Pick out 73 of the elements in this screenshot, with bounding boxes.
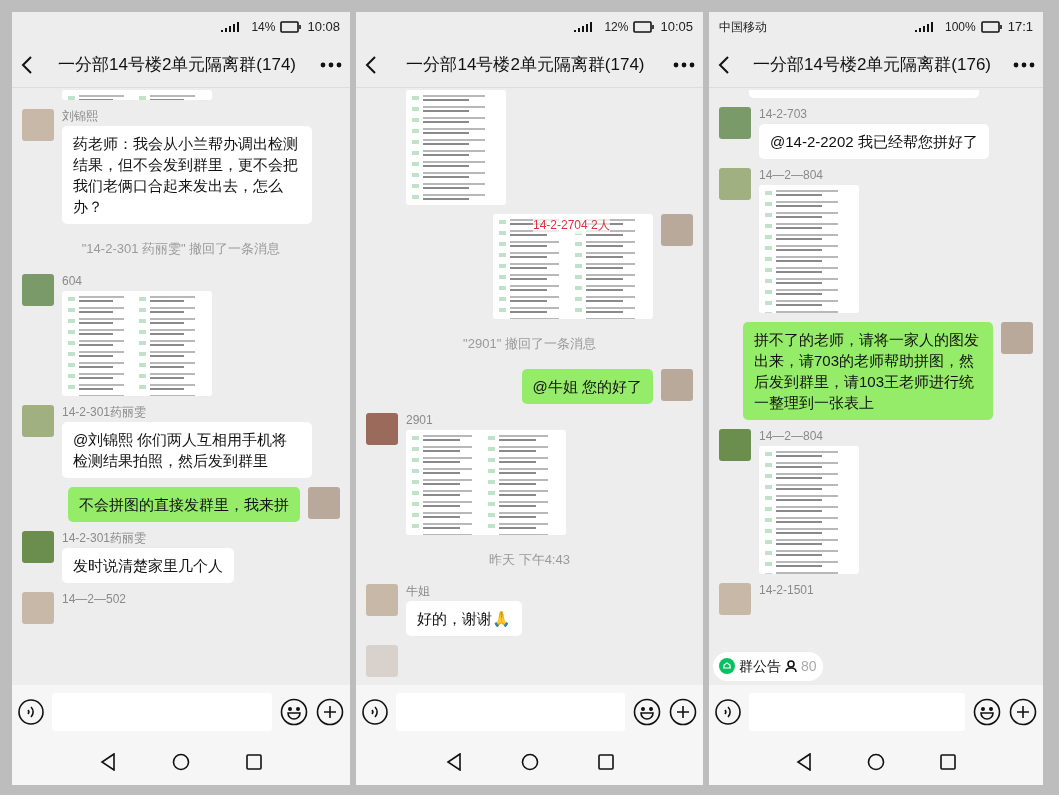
message-bubble: 药老师：我会从小兰帮办调出检测结果，但不会发到群里，更不会把我们老俩口合起来发出去，怎么办？ (62, 126, 312, 224)
notice-icon (719, 658, 735, 674)
back-nav-icon[interactable] (445, 753, 462, 771)
battery-percentage: 100% (945, 19, 976, 36)
voice-icon[interactable] (715, 699, 741, 725)
document-screenshot[interactable] (759, 185, 859, 313)
member-count: 80 (801, 656, 817, 676)
emoji-icon[interactable] (633, 698, 661, 726)
timestamp: 昨天 下午4:43 (489, 550, 570, 569)
chat-title: 一分部14号楼2单元隔离群(176) (751, 53, 993, 76)
sender-name: 14—2—502 (62, 591, 127, 606)
overlay-label: 14-2-2704 2人 (533, 216, 610, 234)
message-bubble: @刘锦熙 你们两人互相用手机将检测结果拍照，然后发到群里 (62, 421, 312, 478)
sender-name: 14-2-703 (759, 107, 808, 121)
sender-name: 牛姐 (406, 584, 430, 598)
sender-name: 14-2-301药丽雯 (62, 404, 147, 419)
battery-icon (980, 21, 1003, 33)
member-avatar[interactable] (22, 530, 54, 563)
back-icon[interactable] (20, 54, 34, 75)
battery-icon (633, 21, 656, 33)
more-icon[interactable] (320, 61, 342, 68)
recents-nav-icon[interactable] (597, 754, 614, 770)
sender-name: 14-2-1501 (759, 583, 814, 597)
member-avatar[interactable] (366, 412, 398, 445)
battery-percentage: 12% (604, 19, 629, 36)
back-nav-icon[interactable] (796, 753, 813, 771)
document-screenshot[interactable] (406, 429, 566, 535)
clock-time: 10:08 (307, 18, 340, 37)
document-screenshot[interactable]: 14-2-2704 2人 (493, 214, 653, 319)
plus-icon[interactable] (1009, 698, 1037, 726)
member-avatar[interactable] (22, 273, 54, 306)
member-avatar[interactable] (22, 404, 54, 437)
document-screenshot[interactable] (62, 290, 212, 396)
voice-icon[interactable] (362, 699, 388, 725)
announcement-label: 群公告 (739, 656, 781, 676)
home-nav-icon[interactable] (172, 753, 190, 771)
back-icon[interactable] (364, 54, 378, 75)
home-nav-icon[interactable] (867, 753, 885, 771)
plus-icon[interactable] (316, 698, 344, 726)
message-bubble: 发时说清楚家里几个人 (62, 547, 234, 583)
emoji-icon[interactable] (280, 698, 308, 726)
clock-time: 10:05 (660, 18, 693, 37)
chat-title: 一分部14号楼2单元隔离群(174) (405, 53, 646, 76)
home-nav-icon[interactable] (520, 753, 539, 771)
sender-name: 14-2-301药丽雯 (62, 530, 147, 545)
message-bubble: 好的，谢谢🙏 (406, 601, 522, 636)
voice-icon[interactable] (18, 699, 44, 725)
document-screenshot[interactable] (759, 446, 859, 574)
announcement-chip[interactable]: 群公告 80 (713, 651, 823, 681)
sender-name: 14—2—804 (759, 168, 824, 182)
plus-icon[interactable] (669, 698, 697, 726)
emoji-icon[interactable] (973, 698, 1001, 726)
carrier-name: 中国移动 (719, 19, 767, 36)
recents-nav-icon[interactable] (246, 754, 262, 770)
back-icon[interactable] (717, 54, 731, 75)
document-screenshot[interactable] (406, 90, 506, 205)
person-icon (785, 660, 797, 672)
battery-icon (280, 21, 303, 33)
sender-name: 604 (62, 273, 83, 288)
sender-name: 14—2—804 (759, 429, 824, 443)
message-bubble: @牛姐 您的好了 (521, 368, 653, 404)
more-icon[interactable] (1013, 61, 1035, 68)
message-bubble: 不会拼图的直接发群里，我来拼 (68, 486, 300, 522)
message-bubble: @14-2-2202 我已经帮您拼好了 (759, 124, 989, 159)
battery-percentage: 14% (251, 19, 276, 36)
clock-time: 17:1 (1007, 18, 1033, 37)
recents-nav-icon[interactable] (939, 754, 956, 770)
sender-name: 刘锦熙 (62, 109, 98, 123)
more-icon[interactable] (673, 61, 695, 68)
back-nav-icon[interactable] (100, 753, 116, 771)
sender-name: 2901 (406, 412, 433, 427)
message-bubble: 拼不了的老师，请将一家人的图发出来，请703的老师帮助拼图，然后发到群里，请103王老师进行统一整理到一张表上 (743, 322, 993, 420)
chat-title: 一分部14号楼2单元隔离群(174) (56, 53, 298, 76)
